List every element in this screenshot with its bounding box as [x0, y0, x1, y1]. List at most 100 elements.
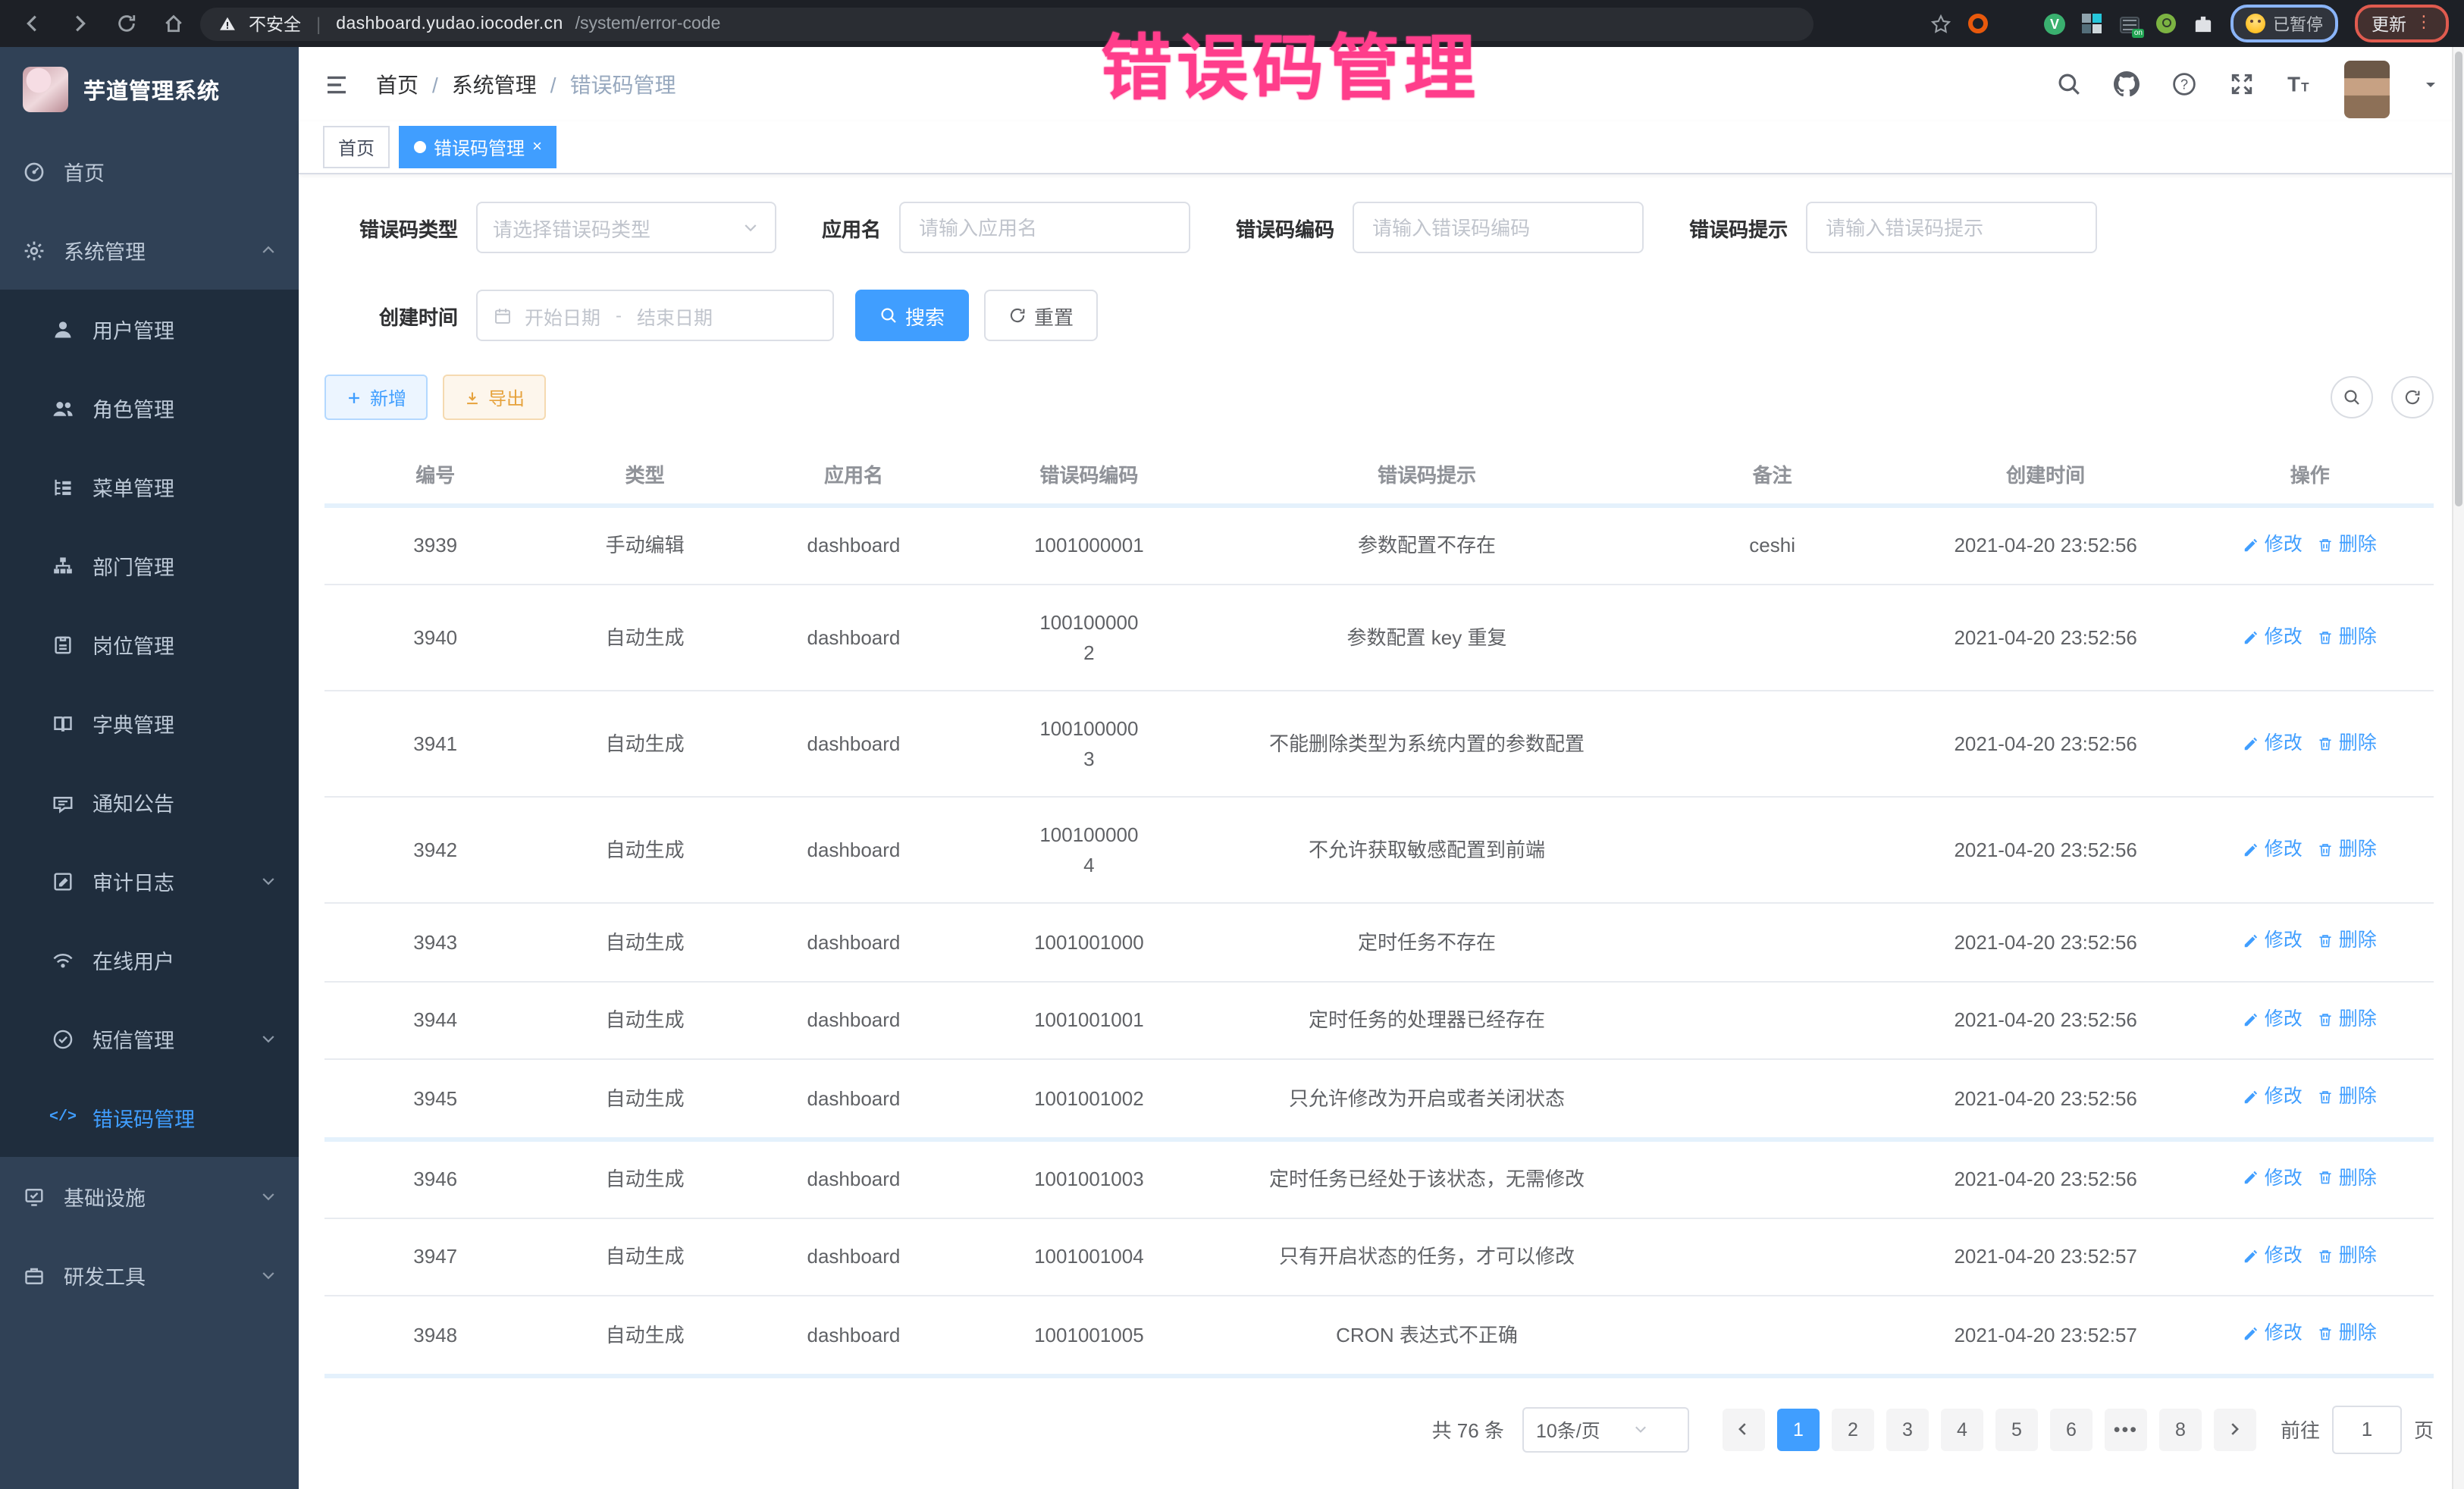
- delete-link[interactable]: 删除: [2318, 927, 2377, 956]
- search-button[interactable]: 搜索: [855, 290, 969, 341]
- page-button-5[interactable]: 5: [1995, 1408, 2038, 1450]
- font-size-icon[interactable]: TT: [2287, 71, 2312, 97]
- announce-icon: [52, 791, 74, 813]
- app-logo-row[interactable]: 芋道管理系统: [0, 47, 299, 132]
- page-button-1[interactable]: 1: [1777, 1408, 1820, 1450]
- column-header: 错误码提示: [1215, 444, 1640, 506]
- trash-icon: [2318, 1089, 2334, 1105]
- forward-icon[interactable]: [68, 12, 91, 35]
- delete-link[interactable]: 删除: [2318, 1242, 2377, 1271]
- sidebar-item-审计日志[interactable]: 审计日志: [0, 842, 299, 920]
- error-code-input[interactable]: [1353, 202, 1644, 253]
- sidebar-item-短信管理[interactable]: 短信管理: [0, 999, 299, 1078]
- reset-button[interactable]: 重置: [984, 290, 1098, 341]
- github-icon[interactable]: [2114, 71, 2140, 97]
- app-name-input[interactable]: [899, 202, 1190, 253]
- edit-link[interactable]: 修改: [2243, 729, 2303, 757]
- delete-link[interactable]: 删除: [2318, 1320, 2377, 1349]
- sidebar-item-错误码管理[interactable]: </>错误码管理: [0, 1078, 299, 1157]
- sidebar-item-系统管理[interactable]: 系统管理: [0, 211, 299, 290]
- sidebar-item-研发工具[interactable]: 研发工具: [0, 1236, 299, 1315]
- address-bar[interactable]: 不安全 | dashboard.yudao.iocoder.cn/system/…: [200, 7, 1814, 40]
- cell-msg: 参数配置 key 重复: [1215, 585, 1640, 691]
- delete-link[interactable]: 删除: [2318, 1005, 2377, 1034]
- filter-time-label: 创建时间: [324, 301, 458, 330]
- page-scrollbar[interactable]: [2452, 47, 2464, 1489]
- browser-update-button[interactable]: 更新 ⋮: [2355, 5, 2449, 42]
- edit-link[interactable]: 修改: [2243, 622, 2303, 651]
- page-button-4[interactable]: 4: [1941, 1408, 1983, 1450]
- extension-vue-icon[interactable]: V: [2044, 13, 2065, 34]
- sidebar-item-字典管理[interactable]: 字典管理: [0, 684, 299, 763]
- scrollbar-thumb[interactable]: [2455, 52, 2462, 506]
- user-avatar[interactable]: [2344, 60, 2390, 118]
- refresh-table-button[interactable]: [2391, 376, 2434, 418]
- breadcrumb-item[interactable]: 首页: [376, 69, 419, 99]
- edit-link[interactable]: 修改: [2243, 1242, 2303, 1271]
- fullscreen-icon[interactable]: [2229, 71, 2255, 97]
- kebab-menu-icon[interactable]: ⋮: [2415, 15, 2432, 32]
- home-icon[interactable]: [162, 12, 185, 35]
- edit-link[interactable]: 修改: [2243, 1083, 2303, 1111]
- search-icon[interactable]: [2056, 71, 2082, 97]
- table-row: 3940自动生成dashboard100100000 2参数配置 key 重复2…: [324, 585, 2434, 691]
- extension-gem-icon[interactable]: [2006, 13, 2027, 34]
- search-icon: [879, 306, 898, 324]
- svg-text:T: T: [2287, 73, 2300, 96]
- page-button-3[interactable]: 3: [1886, 1408, 1929, 1450]
- page-button-8[interactable]: 8: [2159, 1408, 2202, 1450]
- goto-page-input[interactable]: [2332, 1405, 2402, 1453]
- prev-page-button[interactable]: [1723, 1408, 1765, 1450]
- close-icon[interactable]: ×: [532, 139, 542, 155]
- page-size-select[interactable]: 10条/页: [1522, 1406, 1689, 1452]
- error-code-table: 编号类型应用名错误码编码错误码提示备注创建时间操作 3939手动编辑dashbo…: [324, 444, 2434, 1378]
- browser-profile-chip[interactable]: 已暂停: [2230, 5, 2338, 42]
- delete-link[interactable]: 删除: [2318, 835, 2377, 864]
- reload-icon[interactable]: [115, 12, 138, 35]
- show-search-button[interactable]: [2331, 376, 2373, 418]
- extensions-puzzle-icon[interactable]: [2193, 13, 2214, 34]
- extension-key-icon[interactable]: [2156, 14, 2176, 33]
- extension-switch-icon[interactable]: on: [2120, 16, 2140, 33]
- sidebar-item-用户管理[interactable]: 用户管理: [0, 290, 299, 368]
- delete-link[interactable]: 删除: [2318, 531, 2377, 560]
- add-button[interactable]: 新增: [324, 375, 428, 420]
- page-button-2[interactable]: 2: [1832, 1408, 1874, 1450]
- edit-icon: [2243, 1248, 2260, 1265]
- delete-link[interactable]: 删除: [2318, 1083, 2377, 1111]
- sidebar-item-部门管理[interactable]: 部门管理: [0, 526, 299, 605]
- delete-link[interactable]: 删除: [2318, 622, 2377, 651]
- tab-首页[interactable]: 首页: [323, 126, 390, 168]
- chevron-down-icon[interactable]: [2422, 75, 2440, 93]
- bookmark-star-icon[interactable]: [1930, 13, 1951, 34]
- edit-link[interactable]: 修改: [2243, 1164, 2303, 1193]
- date-range-picker[interactable]: 开始日期 - 结束日期: [476, 290, 834, 341]
- back-icon[interactable]: [21, 12, 44, 35]
- extension-grid-icon[interactable]: [2082, 13, 2103, 34]
- extension-orange-icon[interactable]: [1968, 13, 1989, 34]
- edit-link[interactable]: 修改: [2243, 1320, 2303, 1349]
- next-page-button[interactable]: [2214, 1408, 2256, 1450]
- sidebar-item-岗位管理[interactable]: 岗位管理: [0, 605, 299, 684]
- sidebar-item-通知公告[interactable]: 通知公告: [0, 763, 299, 842]
- sidebar-item-角色管理[interactable]: 角色管理: [0, 368, 299, 447]
- edit-link[interactable]: 修改: [2243, 531, 2303, 560]
- error-type-select[interactable]: 请选择错误码类型: [476, 202, 776, 253]
- delete-link[interactable]: 删除: [2318, 729, 2377, 757]
- hamburger-icon[interactable]: [323, 72, 350, 96]
- edit-link[interactable]: 修改: [2243, 927, 2303, 956]
- sidebar-item-菜单管理[interactable]: 菜单管理: [0, 447, 299, 526]
- sidebar-item-基础设施[interactable]: 基础设施: [0, 1157, 299, 1236]
- help-icon[interactable]: ?: [2171, 71, 2197, 97]
- error-msg-input[interactable]: [1806, 202, 2097, 253]
- tab-错误码管理[interactable]: 错误码管理×: [399, 126, 557, 168]
- page-button-6[interactable]: 6: [2050, 1408, 2093, 1450]
- breadcrumb-item[interactable]: 系统管理: [452, 69, 537, 99]
- more-pages-button[interactable]: •••: [2105, 1408, 2147, 1450]
- edit-link[interactable]: 修改: [2243, 835, 2303, 864]
- sidebar-item-在线用户[interactable]: 在线用户: [0, 920, 299, 999]
- export-button[interactable]: 导出: [443, 375, 546, 420]
- delete-link[interactable]: 删除: [2318, 1164, 2377, 1193]
- edit-link[interactable]: 修改: [2243, 1005, 2303, 1034]
- sidebar-item-首页[interactable]: 首页: [0, 132, 299, 211]
